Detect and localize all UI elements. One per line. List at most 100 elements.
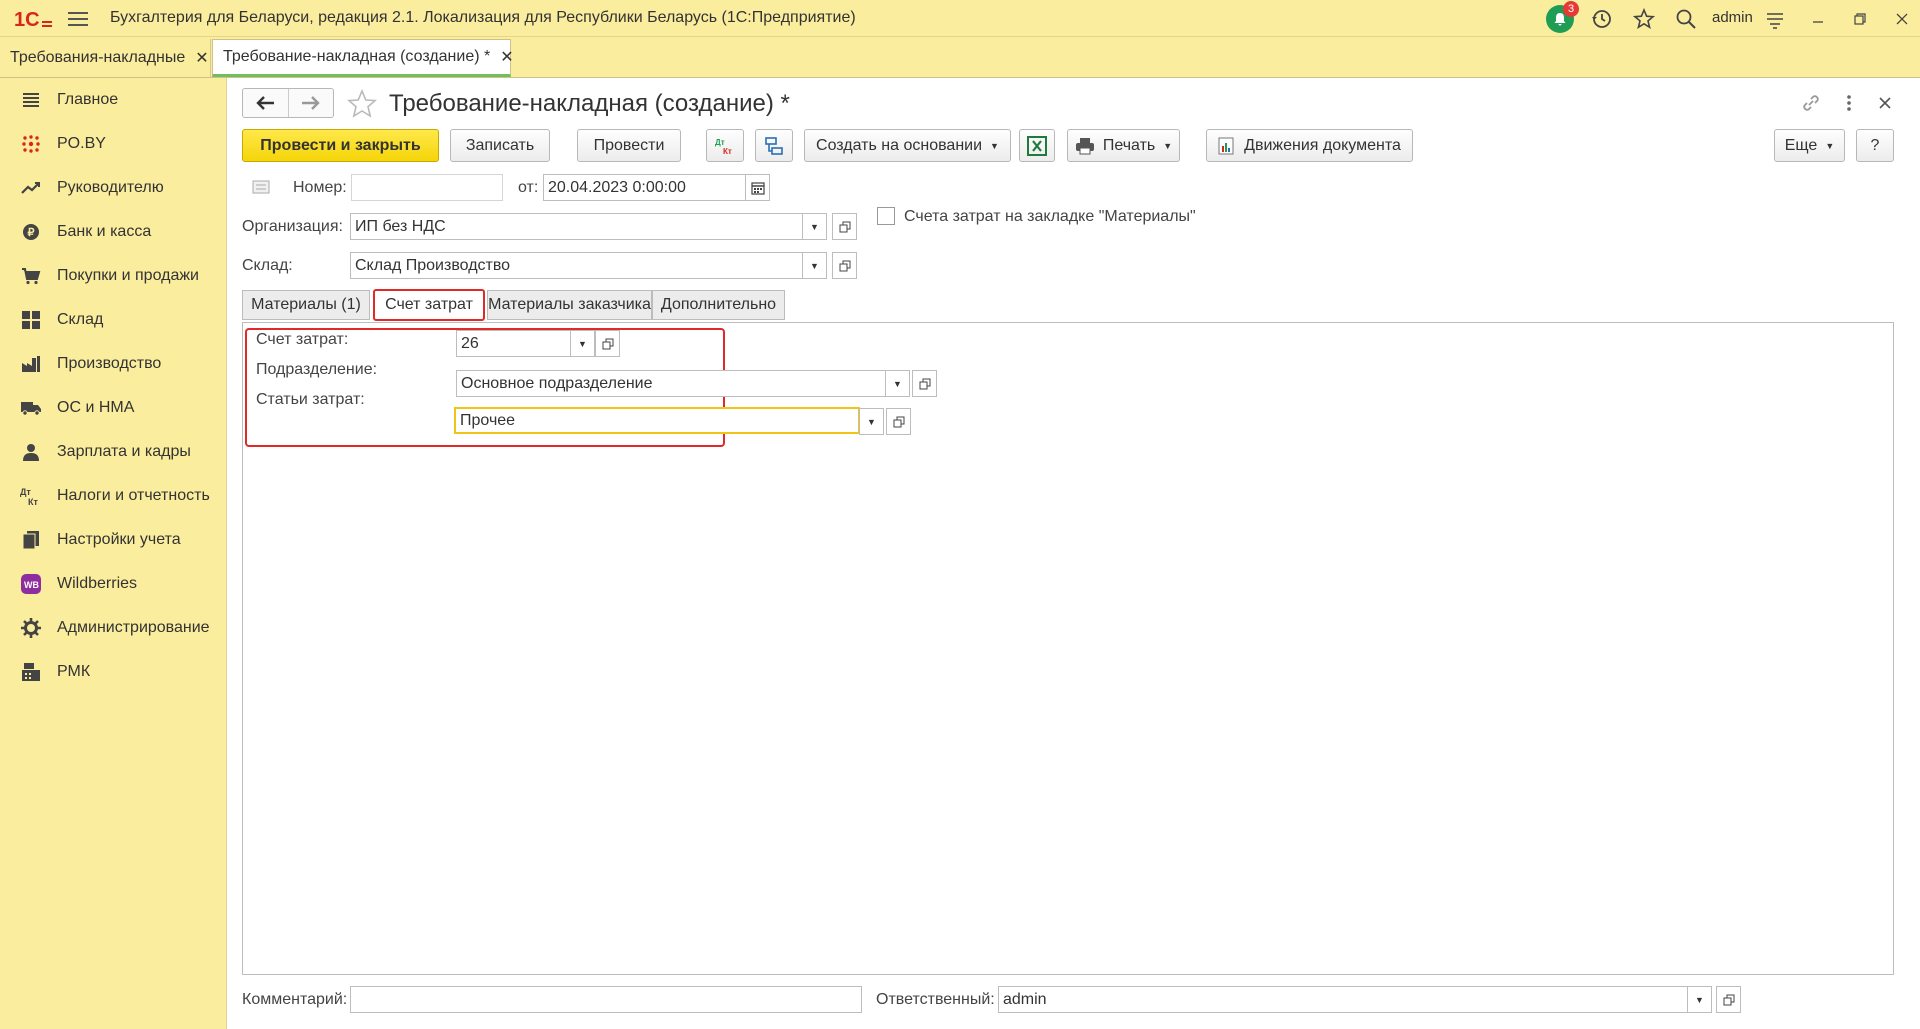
restore-button[interactable]	[1845, 4, 1875, 34]
minimize-icon	[1813, 21, 1823, 23]
minimize-button[interactable]	[1803, 4, 1833, 34]
user-name[interactable]: admin	[1712, 9, 1753, 26]
expense-accounts-checkbox[interactable]	[877, 207, 895, 225]
favorite-star-icon[interactable]	[346, 88, 378, 120]
tab-expense-account[interactable]: Счет затрат	[373, 289, 485, 321]
department-dropdown[interactable]: ▼	[885, 370, 910, 397]
svg-text:Кт: Кт	[723, 147, 732, 156]
excel-export-button[interactable]	[1019, 129, 1055, 162]
document-movements-button[interactable]: Движения документа	[1206, 129, 1413, 162]
more-button[interactable]: Еще ▼	[1774, 129, 1845, 162]
number-field[interactable]	[351, 174, 503, 201]
expense-account-label: Счет затрат:	[256, 331, 349, 348]
title-bar: 1С Бухгалтерия для Беларуси, редакция 2.…	[0, 0, 1920, 37]
history-icon	[1592, 10, 1611, 28]
wb-icon: WB	[20, 573, 42, 595]
close-tab-icon[interactable]: ✕	[500, 47, 513, 67]
history-button[interactable]	[1587, 4, 1617, 34]
help-button[interactable]: ?	[1856, 129, 1894, 162]
warehouse-open-button[interactable]	[832, 252, 857, 279]
create-based-on-label: Создать на основании	[816, 136, 983, 154]
main-menu-button[interactable]	[68, 9, 88, 29]
warehouse-field[interactable]: Склад Производство	[350, 252, 803, 279]
post-button[interactable]: Провести	[577, 129, 681, 162]
more-actions-button[interactable]	[1836, 90, 1862, 116]
sidebar-item-wildberries[interactable]: WB Wildberries	[0, 564, 227, 604]
cost-items-field[interactable]: Прочее	[454, 407, 860, 434]
sidebar-item-purchases-sales[interactable]: Покупки и продажи	[0, 256, 227, 296]
sidebar-item-label: Руководителю	[57, 179, 164, 196]
document-icon	[252, 180, 270, 194]
link-button[interactable]	[1798, 90, 1824, 116]
create-based-on-button[interactable]: Создать на основании ▼	[804, 129, 1011, 162]
svg-text:1С: 1С	[14, 9, 40, 31]
close-tab-icon[interactable]: ✕	[195, 48, 208, 68]
responsible-open-button[interactable]	[1716, 986, 1741, 1013]
department-open-button[interactable]	[912, 370, 937, 397]
organization-dropdown[interactable]: ▼	[802, 213, 827, 240]
app-title: Бухгалтерия для Беларуси, редакция 2.1. …	[110, 9, 856, 26]
comment-field[interactable]	[350, 986, 862, 1013]
organization-field[interactable]: ИП без НДС	[350, 213, 803, 240]
back-button[interactable]	[243, 89, 288, 117]
responsible-field[interactable]: admin	[998, 986, 1688, 1013]
open-window-icon	[919, 378, 930, 389]
save-button[interactable]: Записать	[450, 129, 550, 162]
window-tab-label: Требования-накладные	[10, 49, 186, 66]
department-label: Подразделение:	[256, 361, 378, 378]
print-button[interactable]: Печать ▼	[1067, 129, 1180, 162]
sidebar-item-label: Налоги и отчетность	[57, 487, 210, 504]
sidebar-item-accounting-settings[interactable]: Настройки учета	[0, 520, 227, 560]
sidebar-item-label: Администрирование	[57, 619, 210, 636]
sidebar-item-warehouse[interactable]: Склад	[0, 300, 227, 340]
favorites-button[interactable]	[1629, 4, 1659, 34]
cost-items-dropdown[interactable]: ▼	[859, 408, 884, 435]
app-settings-button[interactable]	[1760, 4, 1790, 34]
grid-icon	[20, 309, 42, 331]
cost-items-open-button[interactable]	[886, 408, 911, 435]
sidebar-item-label: Производство	[57, 355, 162, 372]
sidebar-item-fixed-assets[interactable]: ОС и НМА	[0, 388, 227, 428]
window-tab-requisitions-list[interactable]: Требования-накладные ✕	[0, 39, 211, 77]
chevron-down-icon: ▼	[990, 140, 999, 151]
link-icon	[1803, 95, 1819, 111]
department-field-visible[interactable]: Основное подразделение	[456, 370, 888, 397]
sidebar-item-bank[interactable]: ₽ Банк и касса	[0, 212, 227, 252]
post-and-close-button[interactable]: Провести и закрыть	[242, 129, 439, 162]
expense-account-open-button[interactable]	[595, 330, 620, 357]
responsible-dropdown[interactable]: ▼	[1687, 986, 1712, 1013]
dt-kt-icon: ДтКт	[20, 485, 42, 507]
document-movements-label: Движения документа	[1244, 136, 1401, 154]
dots-icon	[20, 133, 42, 155]
cost-items-label: Статьи затрат:	[256, 391, 365, 408]
forward-button[interactable]	[287, 89, 333, 117]
sidebar-item-poby[interactable]: PO.BY	[0, 124, 227, 164]
sidebar-item-taxes[interactable]: Дт Кт Налоги и отчетность	[0, 476, 227, 516]
calendar-button[interactable]	[745, 174, 770, 201]
sidebar-item-administration[interactable]: Администрирование	[0, 608, 227, 648]
date-field[interactable]: 20.04.2023 0:00:00	[543, 174, 746, 201]
sidebar-item-production[interactable]: Производство	[0, 344, 227, 384]
expense-account-field[interactable]: 26	[456, 330, 571, 357]
close-window-button[interactable]	[1887, 4, 1917, 34]
tab-additional[interactable]: Дополнительно	[652, 290, 785, 320]
star-icon	[1633, 8, 1655, 30]
tab-materials[interactable]: Материалы (1)	[242, 290, 370, 320]
structure-button[interactable]	[755, 129, 793, 162]
window-tab-requisition-create[interactable]: Требование-накладная (создание) * ✕	[212, 39, 514, 77]
sidebar-item-salary[interactable]: Зарплата и кадры	[0, 432, 227, 472]
organization-label: Организация:	[242, 218, 343, 235]
more-label: Еще	[1784, 136, 1818, 154]
sidebar-item-main[interactable]: Главное	[0, 80, 227, 120]
tab-customer-materials[interactable]: Материалы заказчика	[487, 290, 652, 320]
warehouse-dropdown[interactable]: ▼	[802, 252, 827, 279]
sidebar-item-manager[interactable]: Руководителю	[0, 168, 227, 208]
organization-open-button[interactable]	[832, 213, 857, 240]
sidebar-item-rmk[interactable]: РМК	[0, 652, 227, 692]
expense-account-dropdown[interactable]: ▼	[570, 330, 595, 357]
search-button[interactable]	[1671, 4, 1701, 34]
cash-register-icon	[20, 661, 42, 683]
dt-kt-button[interactable]: Дт Кт	[706, 129, 744, 162]
notifications-button[interactable]: 3	[1545, 1, 1579, 34]
close-form-button[interactable]	[1872, 90, 1898, 116]
